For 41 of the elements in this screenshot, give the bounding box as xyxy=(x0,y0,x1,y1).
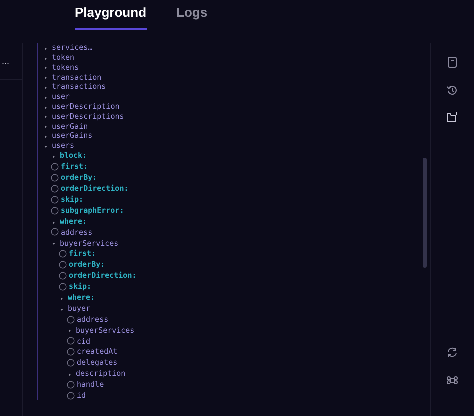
caret-right-icon[interactable] xyxy=(43,104,49,110)
caret-right-icon[interactable] xyxy=(43,123,49,130)
checkbox[interactable] xyxy=(59,261,67,270)
tab[interactable]: Logs xyxy=(176,4,208,30)
checkbox[interactable] xyxy=(67,359,75,368)
caret-right-icon[interactable] xyxy=(43,94,49,100)
caret-right-icon[interactable] xyxy=(51,153,57,160)
command-icon[interactable] xyxy=(447,375,458,386)
checkbox[interactable] xyxy=(67,392,75,400)
caret-right-icon[interactable] xyxy=(67,371,73,378)
caret-right-icon[interactable] xyxy=(43,133,49,140)
checkbox[interactable] xyxy=(59,272,67,280)
tab[interactable]: Playground xyxy=(75,4,147,30)
checkbox[interactable] xyxy=(67,380,75,389)
caret-down-icon[interactable] xyxy=(51,240,57,246)
checkbox[interactable] xyxy=(67,337,75,346)
history-icon[interactable] xyxy=(447,85,458,96)
caret-right-icon[interactable] xyxy=(43,44,49,51)
caret-right-icon[interactable] xyxy=(43,84,49,90)
caret-right-icon[interactable] xyxy=(43,74,49,80)
checkbox[interactable] xyxy=(51,174,59,182)
checkbox[interactable] xyxy=(59,282,67,291)
checkbox[interactable] xyxy=(67,316,75,324)
checkbox[interactable] xyxy=(67,348,75,356)
refresh-icon[interactable] xyxy=(447,347,458,358)
caret-right-icon[interactable] xyxy=(59,294,65,301)
checkbox[interactable] xyxy=(51,206,59,215)
scrollbar-thumb[interactable] xyxy=(423,158,427,268)
checkbox[interactable] xyxy=(59,250,67,258)
more-menu[interactable]: ... xyxy=(0,56,10,66)
folder-icon[interactable] xyxy=(447,112,458,122)
checkbox[interactable] xyxy=(51,196,59,204)
caret-right-icon[interactable] xyxy=(67,327,73,334)
document-icon[interactable] xyxy=(448,57,457,68)
caret-right-icon[interactable] xyxy=(51,218,57,225)
caret-right-icon[interactable] xyxy=(43,113,49,120)
checkbox[interactable] xyxy=(51,184,59,193)
checkbox[interactable] xyxy=(51,228,59,236)
caret-right-icon[interactable] xyxy=(43,54,49,61)
caret-right-icon[interactable] xyxy=(43,64,49,70)
checkbox[interactable] xyxy=(51,163,59,172)
